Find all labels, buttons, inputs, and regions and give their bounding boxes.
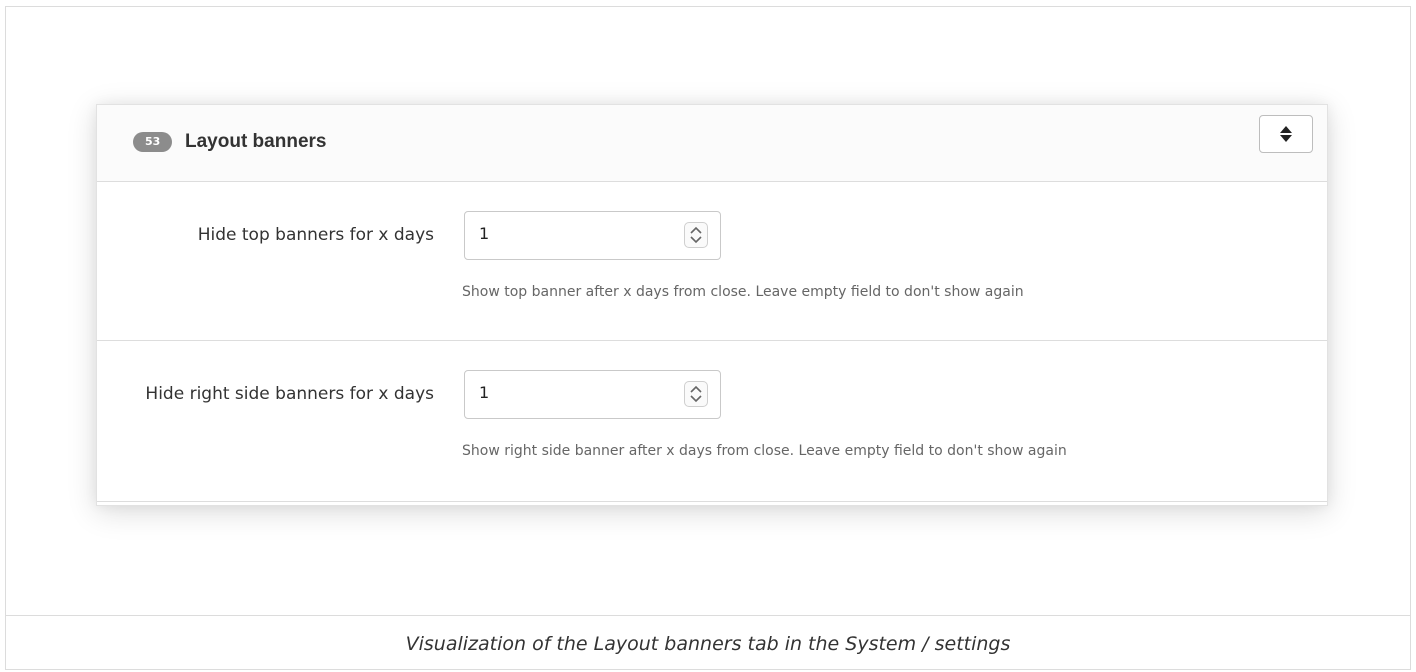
chevron-up-down-icon: [690, 226, 702, 244]
help-text: Show top banner after x days from close.…: [462, 284, 1024, 300]
settings-panel: 53 Layout banners Hide top banners for x…: [96, 104, 1328, 506]
figure-caption: Visualization of the Layout banners tab …: [405, 632, 1011, 655]
screenshot-stage: 53 Layout banners Hide top banners for x…: [6, 7, 1410, 615]
top-banners-days-input[interactable]: 1: [464, 211, 721, 260]
panel-title: Layout banners: [185, 131, 327, 152]
collapse-toggle-button[interactable]: [1259, 115, 1313, 153]
input-value: 1: [479, 224, 490, 243]
field-row-right-banners: Hide right side banners for x days 1 Sho…: [97, 341, 1327, 502]
input-value: 1: [479, 383, 490, 402]
field-row-top-banners: Hide top banners for x days 1 Show top b…: [97, 182, 1327, 341]
caption-area: Visualization of the Layout banners tab …: [6, 615, 1410, 671]
right-banners-days-input[interactable]: 1: [464, 370, 721, 419]
count-badge: 53: [133, 132, 173, 152]
number-spinner[interactable]: [684, 222, 708, 248]
field-label: Hide right side banners for x days: [145, 384, 434, 404]
help-text: Show right side banner after x days from…: [462, 443, 1067, 459]
sort-updown-icon: [1280, 126, 1292, 142]
figure: 53 Layout banners Hide top banners for x…: [5, 6, 1411, 670]
chevron-up-down-icon: [690, 385, 702, 403]
field-label: Hide top banners for x days: [197, 225, 434, 245]
panel-header: 53 Layout banners: [97, 105, 1327, 182]
number-spinner[interactable]: [684, 381, 708, 407]
